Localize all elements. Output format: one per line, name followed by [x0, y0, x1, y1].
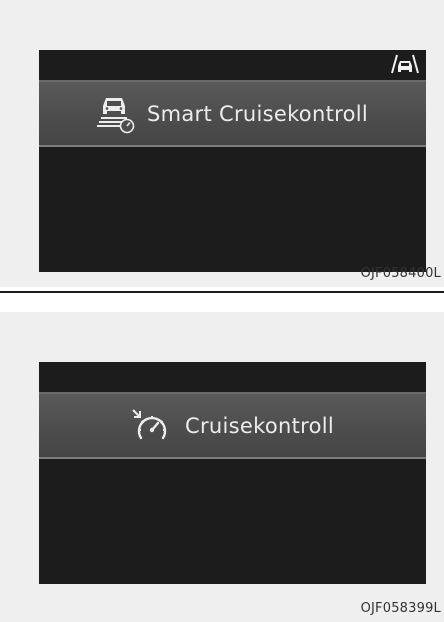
cluster-display-screen: Cruisekontroll — [39, 362, 426, 584]
cluster-display-screen: Smart Cruisekontroll — [39, 50, 426, 272]
divider — [0, 291, 444, 293]
message-banner: Cruisekontroll — [39, 392, 426, 459]
figure-code: OJF058399L — [360, 601, 441, 616]
smart-cruise-control-icon — [97, 97, 135, 133]
message-text: Cruisekontroll — [185, 413, 334, 438]
lane-car-indicator-icon — [391, 54, 419, 74]
figure-smart-cruise-control: Smart Cruisekontroll OJF058400L — [0, 0, 444, 287]
figure-code: OJF058400L — [360, 266, 441, 281]
message-banner: Smart Cruisekontroll — [39, 80, 426, 147]
cruise-control-icon — [132, 408, 167, 439]
figure-cruise-control: Cruisekontroll OJF058399L — [0, 312, 444, 622]
message-text: Smart Cruisekontroll — [147, 101, 368, 126]
